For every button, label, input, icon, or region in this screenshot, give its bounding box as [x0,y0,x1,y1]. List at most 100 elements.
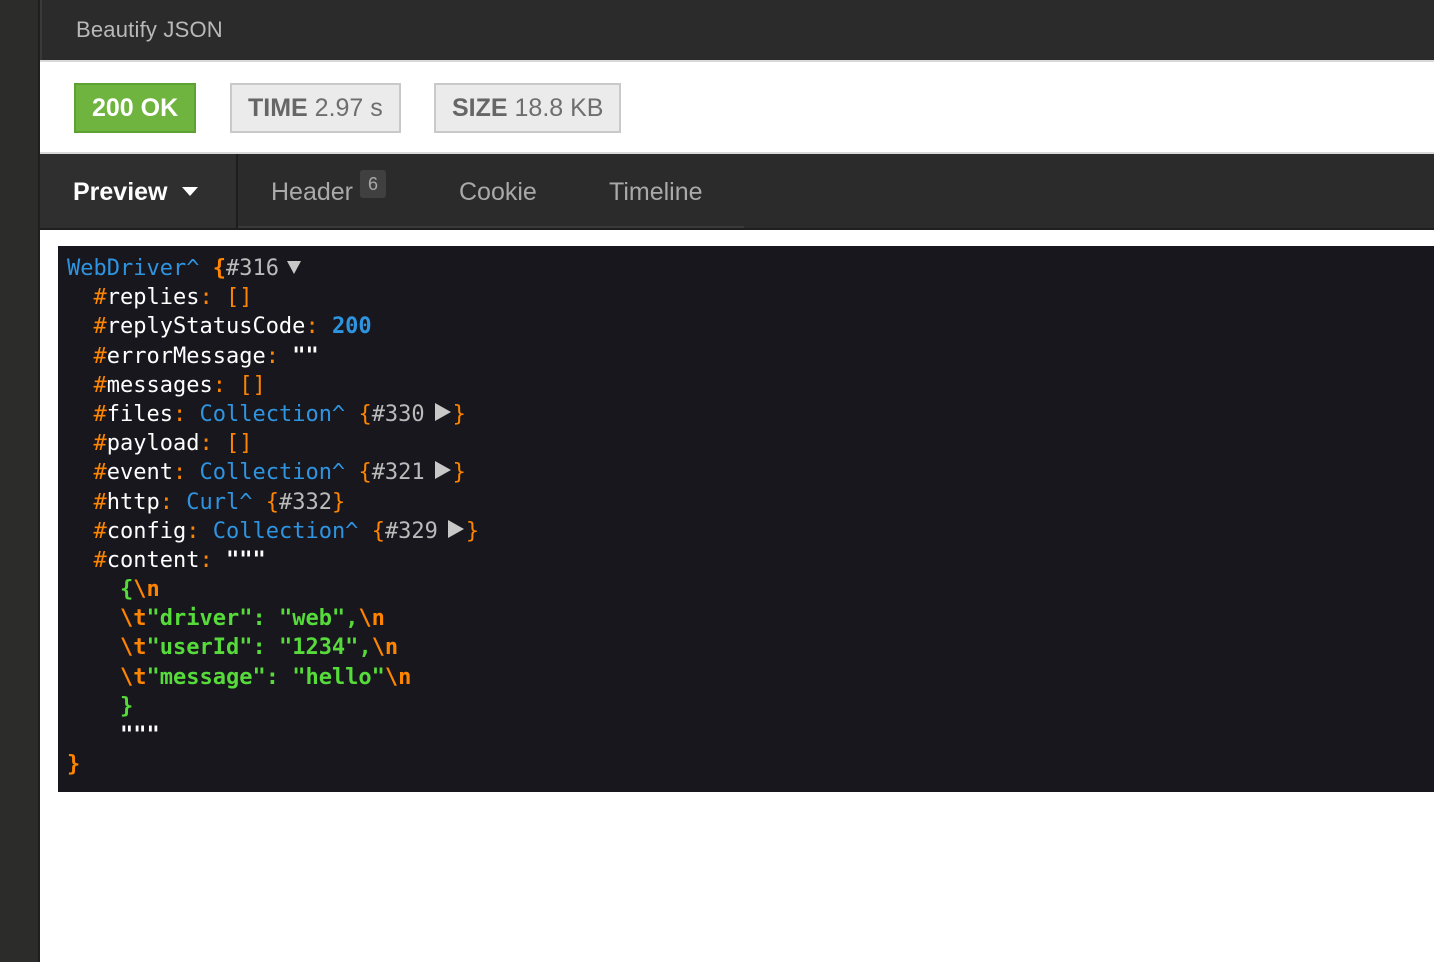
dump-prop-id: #329 [384,518,438,544]
dump-prop-line: #messages: [] [93,372,266,398]
tab-preview[interactable]: Preview [40,154,238,228]
dump-escape: \t [119,664,147,690]
dump-prop-line: #replyStatusCode: 200 [93,314,372,340]
dump-prop-hash: # [93,285,107,311]
dump-content-text: "1234" [278,635,359,661]
size-label: SIZE [452,94,508,122]
beautify-json-button[interactable]: Beautify JSON [76,17,223,43]
dump-prop-line: #http: Curl^ {#332} [93,489,346,515]
expand-toggle-icon[interactable] [434,402,451,421]
dump-prop-value: "" [292,343,319,369]
var-dump-output[interactable]: WebDriver^ {#316 #replies: [] #replyStat… [58,246,1434,792]
dump-prop-hash: # [93,343,107,369]
dump-root-class: WebDriver^ [67,256,200,281]
dump-prop-name: replies [106,285,200,311]
tab-timeline-label: Timeline [609,178,703,206]
dump-prop-line: #payload: [] [93,431,253,457]
dump-prop-value: 200 [331,314,372,340]
dump-prop-hash: # [93,372,107,398]
tab-header-label: Header [271,178,353,206]
dump-escape: \t [119,606,147,632]
dump-prop-value: [] [225,285,253,311]
dump-escape: \n [371,635,399,661]
tab-divider [578,226,744,228]
dump-prop-class: Collection^ [199,460,346,486]
dump-prop-hash: # [93,460,107,486]
dump-prop-line: #errorMessage: "" [93,343,319,369]
dump-prop-name: errorMessage [106,343,266,369]
dump-content-text: } [119,693,134,719]
dump-prop-value: """ [225,547,266,573]
tab-preview-label: Preview [73,178,168,206]
dump-content-line: \t"message": "hello"\n [119,664,412,690]
dump-prop-class: Curl^ [186,489,253,515]
dump-content-line: {\n [67,575,1434,604]
dump-content-text: { [119,577,134,603]
app-window: Beautify JSON 200 OK TIME 2.97 s SIZE 18… [0,0,1434,962]
tab-cookie[interactable]: Cookie [459,154,537,228]
dump-prop-hash: # [93,431,107,457]
dump-prop-line: #files: Collection^ {#330} [93,401,466,427]
header-count-badge: 6 [360,170,386,198]
dump-root-close: } [67,752,81,778]
dump-prop-id: #332 [278,489,332,515]
response-time-badge: TIME 2.97 s [230,83,401,133]
response-tabs: Preview Header 6 Cookie Timeline [40,154,1434,230]
dump-content-line: } [67,692,1434,721]
dump-content-text: "web" [278,606,346,632]
dump-escape: \n [358,606,385,632]
expand-toggle-icon[interactable] [434,461,451,480]
dump-content-text: "driver" [146,606,253,632]
dump-prop-hash: # [93,489,107,515]
dump-prop-name: config [106,518,187,544]
dump-content-line: \t"driver": "web",\n [119,606,385,632]
expand-toggle-icon[interactable] [447,519,464,538]
dump-prop-id: #321 [371,460,425,486]
dump-prop-hash: # [93,547,107,573]
top-bar: Beautify JSON [40,0,1434,60]
chevron-down-icon[interactable] [181,186,198,196]
tab-divider [238,226,428,228]
tab-timeline[interactable]: Timeline [609,154,703,228]
dump-root-id: #316 [225,256,279,281]
response-size-badge: SIZE 18.8 KB [434,83,622,133]
dump-content-text: "userId" [146,635,253,661]
dump-content-line: \t"userId": "1234",\n [119,635,399,661]
status-code-badge: 200 OK [74,83,197,133]
size-value: 18.8 KB [514,94,604,122]
dump-prop-value: [] [225,431,253,457]
dump-escape: \n [384,664,412,690]
dump-prop-id: #330 [371,401,425,427]
collapse-toggle-icon[interactable] [286,260,301,274]
dump-prop-line: #config: Collection^ {#329} [93,518,480,544]
dump-root-open: { [212,256,226,281]
left-sidebar-gutter [0,0,40,962]
dump-prop-line: #replies: [] [93,285,253,311]
tab-divider [428,226,578,228]
dump-escape: \n [133,577,160,603]
dump-root-line: WebDriver^ {#316 [67,254,1434,283]
dump-prop-line: #content: """ [93,547,266,573]
time-label: TIME [248,94,308,122]
dump-prop-hash: # [93,518,107,544]
dump-prop-name: replyStatusCode [106,314,306,340]
dump-content-line: """ [67,721,1434,750]
dump-prop-name: payload [106,431,200,457]
dump-prop-hash: # [93,401,107,427]
tab-cookie-label: Cookie [459,178,537,206]
dump-root-close-line: } [67,750,1434,779]
dump-content-text: "hello" [292,664,385,690]
time-value: 2.97 s [314,94,383,122]
dump-prop-class: Collection^ [212,518,359,544]
dump-prop-value: [] [239,372,266,398]
dump-prop-name: content [106,547,200,573]
dump-content-end: """ [119,723,160,748]
dump-escape: \t [119,635,147,661]
tab-header[interactable]: Header 6 [271,154,386,228]
dump-prop-name: http [106,489,160,515]
dump-prop-name: event [106,460,173,486]
response-status-strip: 200 OK TIME 2.97 s SIZE 18.8 KB [40,60,1434,154]
dump-content-text: "message" [146,664,266,690]
preview-pane: WebDriver^ {#316 #replies: [] #replyStat… [40,230,1434,962]
dump-prop-hash: # [93,314,107,340]
